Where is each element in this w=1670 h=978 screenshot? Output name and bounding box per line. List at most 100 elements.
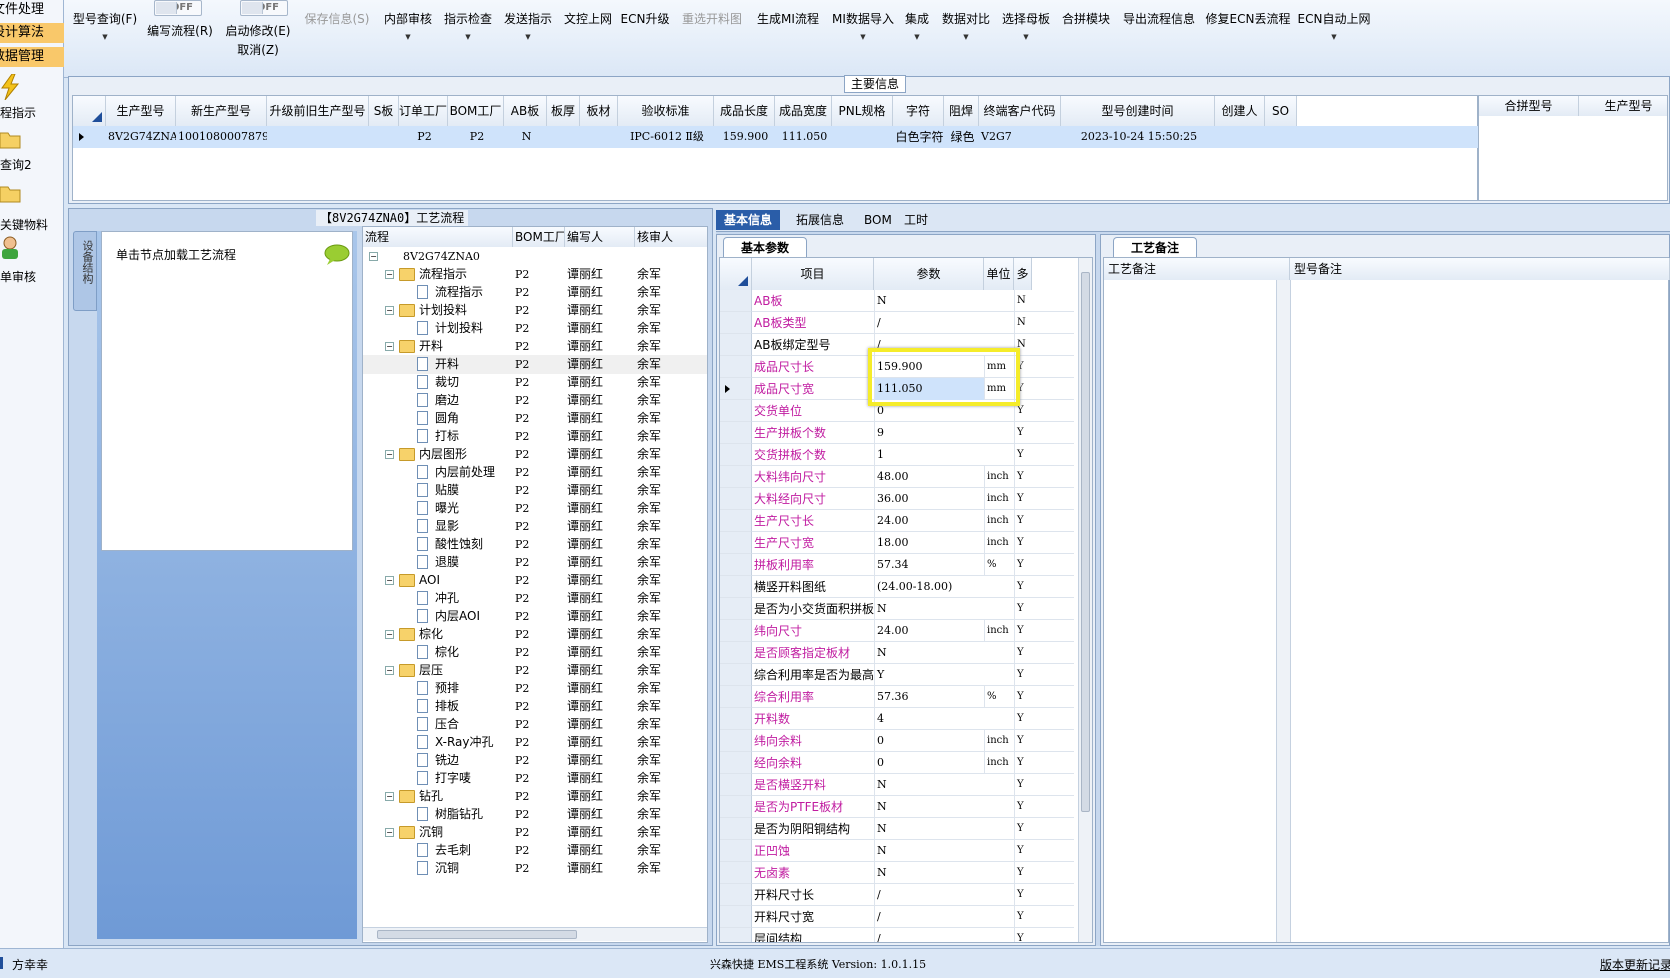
- tree-hscrollbar[interactable]: [363, 927, 707, 941]
- col-header[interactable]: 终端客户代码: [979, 96, 1061, 126]
- param-row[interactable]: AB板类型 / N: [720, 312, 1074, 334]
- tree-node[interactable]: 磨边P2谭丽红余军已上网: [363, 391, 707, 410]
- param-value[interactable]: 57.34: [874, 554, 984, 576]
- col-header[interactable]: 创建人: [1215, 96, 1265, 126]
- col-header[interactable]: 订单工厂: [399, 96, 448, 126]
- tree-folder[interactable]: −计划投料P2谭丽红余军已上网: [363, 301, 707, 320]
- tree-node[interactable]: 内层AOIP2谭丽红余军已上网: [363, 607, 707, 626]
- toolbar-item-13[interactable]: 数据对比 ▼: [938, 10, 994, 41]
- tree-node[interactable]: X-Ray冲孔P2谭丽红余军已上网: [363, 733, 707, 752]
- tree-node[interactable]: 压合P2谭丽红余军已上网: [363, 715, 707, 734]
- tab-basic-params[interactable]: 基本参数: [723, 237, 807, 257]
- tree-node[interactable]: 计划投料P2谭丽红余军已上网: [363, 319, 707, 338]
- col-header[interactable]: 升级前旧生产型号: [267, 96, 369, 126]
- tree-node[interactable]: 排板P2谭丽红余军已上网: [363, 697, 707, 716]
- toolbar-item-6[interactable]: 发送指示 ▼: [500, 10, 556, 41]
- col-header[interactable]: 新生产型号: [176, 96, 267, 126]
- tree-node[interactable]: 贴膜P2谭丽红余军已上网: [363, 481, 707, 500]
- param-col-header[interactable]: 多: [1014, 258, 1032, 290]
- side-tab-equipment[interactable]: 设备结构: [73, 231, 97, 311]
- param-row[interactable]: 大料纬向尺寸 48.00 inch Y: [720, 466, 1074, 488]
- param-value[interactable]: N: [874, 862, 984, 884]
- launcher-process-instruction[interactable]: 程指示: [0, 74, 64, 122]
- tree-folder[interactable]: −AOIP2谭丽红余军已上网: [363, 571, 707, 590]
- param-value[interactable]: (24.00-18.00): [874, 576, 984, 598]
- param-row[interactable]: 是否为PTFE板材 N Y: [720, 796, 1074, 818]
- param-row[interactable]: 交货拼板个数 1 Y: [720, 444, 1074, 466]
- tree-folder[interactable]: −层压P2谭丽红余军已上网: [363, 661, 707, 680]
- col-header[interactable]: 型号创建时间: [1061, 96, 1215, 126]
- tree-node[interactable]: 曝光P2谭丽红余军已上网: [363, 499, 707, 518]
- toolbar-item-17[interactable]: 修复ECN丢流程: [1204, 10, 1292, 27]
- param-value[interactable]: 24.00: [874, 510, 984, 532]
- toolbar-item-15[interactable]: 合拼模块: [1058, 10, 1114, 27]
- param-row[interactable]: 层间结构 / Y: [720, 928, 1074, 942]
- param-row[interactable]: 大料经向尺寸 36.00 inch Y: [720, 488, 1074, 510]
- launcher-order-review[interactable]: 单审核: [0, 236, 64, 284]
- col-header[interactable]: AB板: [504, 96, 547, 126]
- col-header[interactable]: 成品长度: [714, 96, 775, 126]
- tree-node[interactable]: 树脂钻孔P2谭丽红余军已上网: [363, 805, 707, 824]
- param-value[interactable]: N: [874, 840, 984, 862]
- param-row[interactable]: 纬向尺寸 24.00 inch Y: [720, 620, 1074, 642]
- param-value[interactable]: Y: [874, 664, 984, 686]
- param-row[interactable]: 是否顾客指定板材 N Y: [720, 642, 1074, 664]
- tree-folder[interactable]: −钻孔P2谭丽红余军已上网: [363, 787, 707, 806]
- toolbar-item-7[interactable]: 文控上网: [560, 10, 616, 27]
- collapse-icon[interactable]: −: [385, 792, 394, 801]
- col-header[interactable]: 生产型号: [106, 96, 176, 126]
- tree-node[interactable]: 打字唛P2谭丽红余军已上网: [363, 769, 707, 788]
- toggle-switch[interactable]: OFF: [240, 0, 288, 16]
- param-value[interactable]: 18.00: [874, 532, 984, 554]
- tree-node[interactable]: 沉铜P2谭丽红余军已上网: [363, 859, 707, 878]
- remarks-col-model[interactable]: 型号备注: [1290, 258, 1670, 280]
- collapse-icon[interactable]: −: [385, 306, 394, 315]
- toolbar-item-12[interactable]: 集成 ▼: [902, 10, 932, 41]
- tree-node[interactable]: 棕化P2谭丽红余军已上网: [363, 643, 707, 662]
- param-value[interactable]: 36.00: [874, 488, 984, 510]
- param-row[interactable]: 成品尺寸长 159.900 mm Y: [720, 356, 1074, 378]
- param-row[interactable]: 是否横竖开料 N Y: [720, 774, 1074, 796]
- collapse-icon[interactable]: −: [385, 576, 394, 585]
- param-value[interactable]: 48.00: [874, 466, 984, 488]
- tree-folder[interactable]: −沉铜P2谭丽红余军已上网: [363, 823, 707, 842]
- tree-node[interactable]: 流程指示P2谭丽红余军已上网: [363, 283, 707, 302]
- param-value[interactable]: N: [874, 598, 984, 620]
- param-row[interactable]: 交货单位 0 Y: [720, 400, 1074, 422]
- param-value[interactable]: N: [874, 774, 984, 796]
- param-value[interactable]: 159.900: [874, 356, 984, 378]
- param-value[interactable]: 9: [874, 422, 984, 444]
- param-row[interactable]: 经向余料 0 inch Y: [720, 752, 1074, 774]
- toolbar-item-9[interactable]: 重选开料图: [676, 10, 748, 27]
- tree-node[interactable]: 圆角P2谭丽红余军已上网: [363, 409, 707, 428]
- param-col-header[interactable]: 参数: [874, 258, 984, 290]
- param-row[interactable]: 生产尺寸宽 18.00 inch Y: [720, 532, 1074, 554]
- param-value[interactable]: /: [874, 906, 984, 928]
- param-row[interactable]: 生产尺寸长 24.00 inch Y: [720, 510, 1074, 532]
- param-value[interactable]: 111.050: [874, 378, 984, 400]
- col-header[interactable]: 成品宽度: [775, 96, 832, 126]
- param-row[interactable]: 拼板利用率 57.34% Y: [720, 554, 1074, 576]
- launcher-query2[interactable]: 查询2: [0, 128, 64, 174]
- launcher-key-material[interactable]: 关键物料: [0, 182, 64, 232]
- tree-node[interactable]: 开料P2谭丽红余军已上网: [363, 355, 707, 374]
- param-row[interactable]: AB板绑定型号 / N: [720, 334, 1074, 356]
- tree-col-header[interactable]: 核审人: [635, 227, 707, 247]
- param-row[interactable]: 正凹蚀 N Y: [720, 840, 1074, 862]
- tree-node[interactable]: 裁切P2谭丽红余军已上网: [363, 373, 707, 392]
- tree-col-header[interactable]: 编写人: [565, 227, 635, 247]
- tab-2[interactable]: BOM: [856, 210, 900, 230]
- scroll-thumb[interactable]: [1081, 272, 1090, 812]
- collapse-icon[interactable]: −: [385, 666, 394, 675]
- param-row[interactable]: 开料尺寸长 / Y: [720, 884, 1074, 906]
- col-header[interactable]: 验收标准: [618, 96, 714, 126]
- nav-item-file-processing[interactable]: 文件处理: [0, 0, 64, 20]
- tree-folder[interactable]: −内层图形P2谭丽红余军已上网: [363, 445, 707, 464]
- param-row[interactable]: 是否为阴阳铜结构 N Y: [720, 818, 1074, 840]
- tree-node[interactable]: 退膜P2谭丽红余军已上网: [363, 553, 707, 572]
- param-row[interactable]: 综合利用率是否为最高 Y Y: [720, 664, 1074, 686]
- hint-box[interactable]: 单击节点加载工艺流程: [101, 231, 353, 551]
- collapse-icon[interactable]: −: [385, 270, 394, 279]
- tree-root[interactable]: − 8V2G74ZNA0: [363, 247, 707, 266]
- param-value[interactable]: 0: [874, 400, 984, 422]
